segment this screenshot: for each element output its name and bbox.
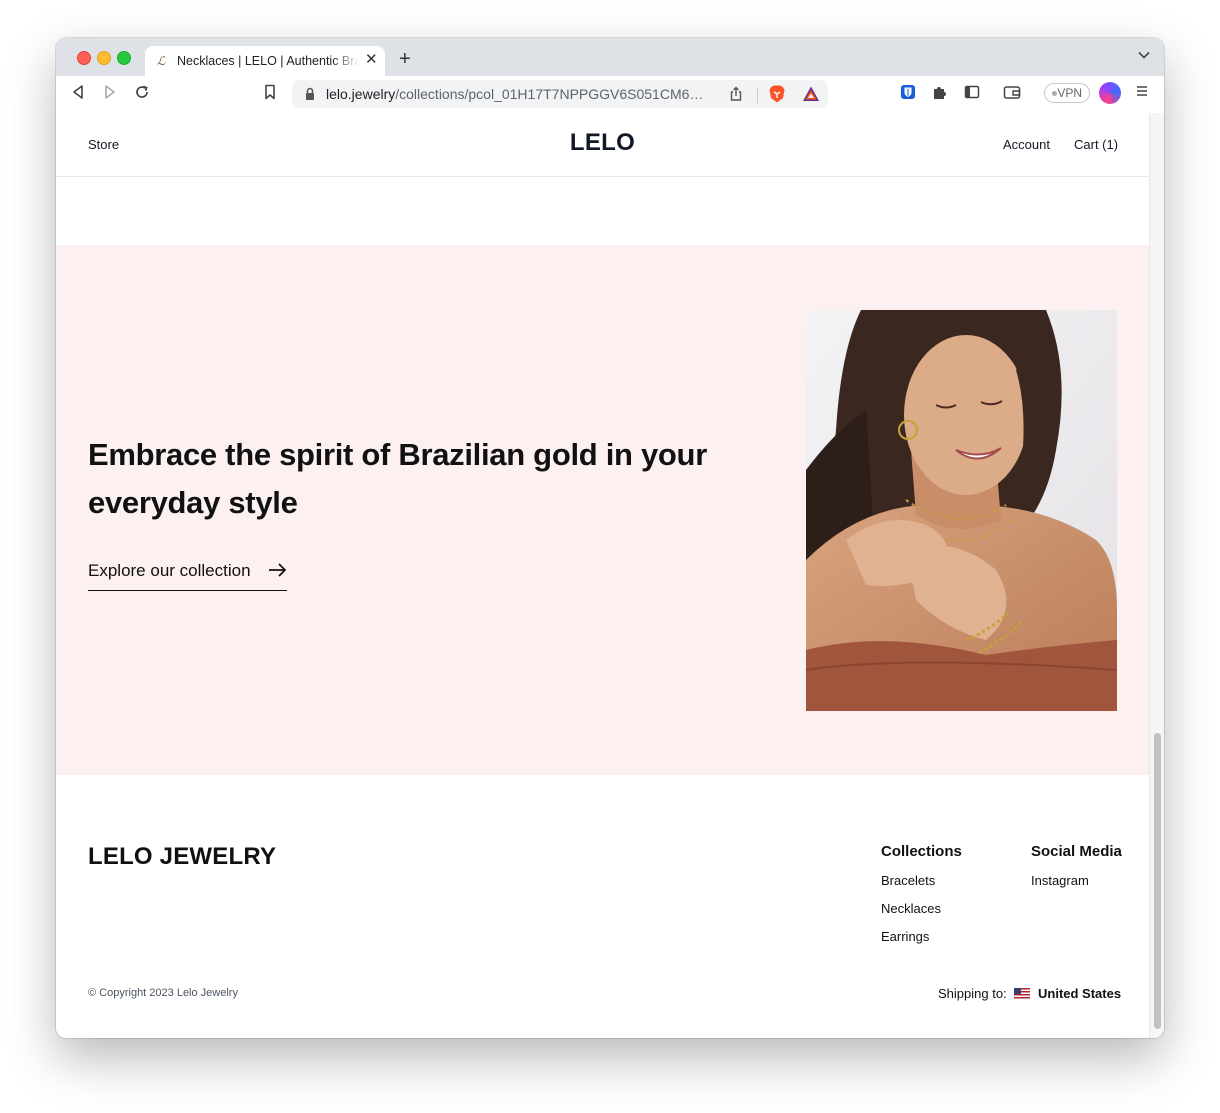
vpn-status-dot (1052, 91, 1057, 96)
arrow-right-icon (269, 563, 287, 577)
hero-title: Embrace the spirit of Brazilian gold in … (88, 437, 707, 520)
menu-hamburger-icon[interactable] (1132, 84, 1152, 104)
profile-avatar[interactable] (1099, 82, 1121, 104)
reload-icon[interactable] (132, 84, 152, 104)
close-tab-icon[interactable]: ✕ (365, 52, 378, 68)
tab-search-chevron-icon[interactable] (1138, 50, 1150, 62)
vpn-label: VPN (1057, 86, 1082, 100)
url-host: lelo.jewelry (326, 86, 396, 102)
site-header: Store LELO Account Cart (1) (56, 113, 1149, 177)
sidebar-toggle-icon[interactable] (962, 84, 982, 104)
explore-collection-link[interactable]: Explore our collection (88, 557, 287, 591)
hero-model-photo (806, 310, 1117, 711)
nav-cart-link[interactable]: Cart (1) (1074, 137, 1118, 152)
bookmark-icon[interactable] (260, 84, 280, 104)
tab-strip: ℒ Necklaces | LELO | Authentic Brazilian… (56, 38, 1164, 76)
extensions-puzzle-icon[interactable] (930, 84, 950, 104)
new-tab-button[interactable]: + (399, 49, 411, 69)
address-bar[interactable]: lelo.jewelry/collections/pcol_01H17T7NPP… (292, 80, 828, 108)
shipping-label: Shipping to: (938, 986, 1007, 1001)
hero-banner: Embrace the spirit of Brazilian gold in … (56, 245, 1149, 775)
footer-link-instagram[interactable]: Instagram (1031, 873, 1089, 888)
minimize-window-button[interactable] (97, 51, 111, 65)
tab-title: Necklaces | LELO | Authentic Brazilian J… (177, 54, 359, 68)
url-text[interactable]: lelo.jewelry/collections/pcol_01H17T7NPP… (326, 86, 726, 104)
nav-account-link[interactable]: Account (1003, 137, 1050, 152)
us-flag-icon[interactable] (1014, 988, 1030, 999)
bitwarden-extension-icon[interactable] (898, 84, 918, 104)
shipping-country-selector[interactable]: United States (1038, 986, 1121, 1001)
footer-brand: LELO JEWELRY (88, 843, 277, 870)
lock-icon (306, 87, 314, 100)
forward-icon[interactable] (100, 84, 120, 104)
wallet-icon[interactable] (1002, 84, 1022, 104)
explore-collection-label: Explore our collection (88, 561, 251, 580)
brave-shields-icon[interactable] (768, 84, 786, 104)
footer-link-necklaces[interactable]: Necklaces (881, 901, 941, 916)
footer-collections-title: Collections (881, 843, 962, 860)
browser-tab-active[interactable]: ℒ Necklaces | LELO | Authentic Brazilian… (145, 46, 385, 76)
share-icon[interactable] (728, 86, 744, 102)
back-icon[interactable] (68, 84, 88, 104)
vpn-button[interactable]: VPN (1044, 83, 1090, 103)
footer-social-title: Social Media (1031, 843, 1122, 860)
site-favicon-icon: ℒ (156, 54, 166, 68)
page-viewport: Store LELO Account Cart (1) Embrace the … (56, 113, 1149, 1038)
scrollbar-thumb[interactable] (1154, 733, 1161, 1029)
browser-toolbar: lelo.jewelry/collections/pcol_01H17T7NPP… (56, 76, 1164, 114)
maximize-window-button[interactable] (117, 51, 131, 65)
browser-window: ℒ Necklaces | LELO | Authentic Brazilian… (56, 38, 1164, 1038)
close-window-button[interactable] (77, 51, 91, 65)
footer-link-earrings[interactable]: Earrings (881, 929, 929, 944)
site-logo[interactable]: LELO (56, 129, 1149, 157)
copyright-text: © Copyright 2023 Lelo Jewelry (88, 987, 238, 999)
url-path: /collections/pcol_01H17T7NPPGGV6S051CM6… (395, 86, 704, 102)
address-bar-divider (757, 87, 758, 103)
footer-link-bracelets[interactable]: Bracelets (881, 873, 935, 888)
page-scrollbar[interactable] (1149, 113, 1164, 1038)
brave-rewards-icon[interactable] (802, 85, 820, 103)
